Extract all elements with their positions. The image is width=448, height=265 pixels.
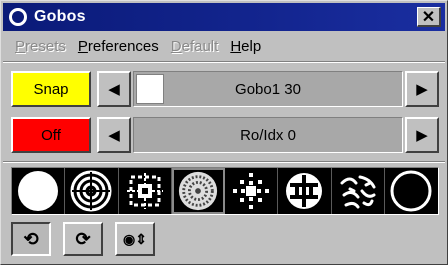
menu-preferences[interactable]: Preferences (78, 38, 159, 55)
gobo-slot-6[interactable] (278, 168, 332, 214)
rotation-value-field[interactable]: Ro/Idx 0 (133, 117, 403, 153)
close-icon: ✕ (421, 8, 436, 26)
window-title: Gobos (34, 8, 86, 25)
rotation-next-button[interactable]: ▶ (405, 117, 439, 153)
star-lattice-gobo-icon (126, 173, 163, 209)
rotate-left-button[interactable]: ⟲ (11, 222, 51, 256)
gobo-slot-7[interactable] (331, 168, 385, 214)
menu-presets[interactable]: Presets (15, 38, 66, 55)
rotate-left-icon: ⟲ (23, 228, 39, 249)
rotation-value: Ro/Idx 0 (240, 126, 296, 144)
rotation-prev-button[interactable]: ◀ (97, 117, 131, 153)
dotted-swirl-gobo-icon (179, 171, 218, 211)
arrow-right-icon: ▶ (416, 127, 428, 144)
rotate-right-icon: ⟳ (75, 228, 91, 249)
gobo-prev-button[interactable]: ◀ (97, 71, 131, 107)
arrow-right-icon: ▶ (416, 81, 428, 98)
solid-circle-gobo-icon (18, 171, 59, 211)
snap-button[interactable]: Snap (11, 71, 91, 107)
app-icon (9, 8, 27, 26)
menu-bar: Presets Preferences Default Help (3, 33, 445, 59)
gobos-window: Gobos ✕ Presets Preferences Default Help… (0, 0, 448, 265)
menu-divider (3, 61, 445, 63)
menu-default[interactable]: Default (171, 38, 219, 55)
sparkle-dots-gobo-icon (233, 173, 270, 209)
close-button[interactable]: ✕ (417, 7, 441, 27)
index-shake-button[interactable]: ◉⇕ (115, 222, 155, 256)
title-bar[interactable]: Gobos ✕ (3, 3, 445, 31)
arrow-left-icon: ◀ (108, 81, 120, 98)
ring-gobo-icon (390, 170, 432, 212)
concentric-spiral-gobo-icon (70, 170, 112, 212)
arrow-left-icon: ◀ (108, 127, 120, 144)
gobo-slot-2[interactable] (65, 168, 119, 214)
gobo-swatch (136, 74, 164, 104)
off-button[interactable]: Off (11, 117, 91, 153)
gobo-value-field[interactable]: Gobo1 30 (133, 71, 403, 107)
gobo-slot-1[interactable] (12, 168, 66, 214)
gobo-slot-4[interactable] (171, 168, 226, 214)
gobo-select-row: Snap ◀ Gobo1 30 ▶ (11, 71, 439, 107)
gobo-slot-3[interactable] (118, 168, 172, 214)
gobo-value: Gobo1 30 (235, 80, 301, 98)
gobo-next-button[interactable]: ▶ (405, 71, 439, 107)
index-shake-icon: ◉⇕ (123, 230, 147, 247)
leaf-breakup-gobo-icon (340, 175, 376, 209)
cross-pattern-gobo-icon (286, 173, 323, 209)
menu-help[interactable]: Help (230, 38, 261, 55)
rotation-row: Off ◀ Ro/Idx 0 ▶ (11, 117, 439, 153)
rotate-right-button[interactable]: ⟳ (63, 222, 103, 256)
gobo-palette (11, 167, 439, 215)
gobo-slot-5[interactable] (225, 168, 279, 214)
gobo-slot-8[interactable] (384, 168, 439, 214)
controls-divider (3, 161, 445, 163)
